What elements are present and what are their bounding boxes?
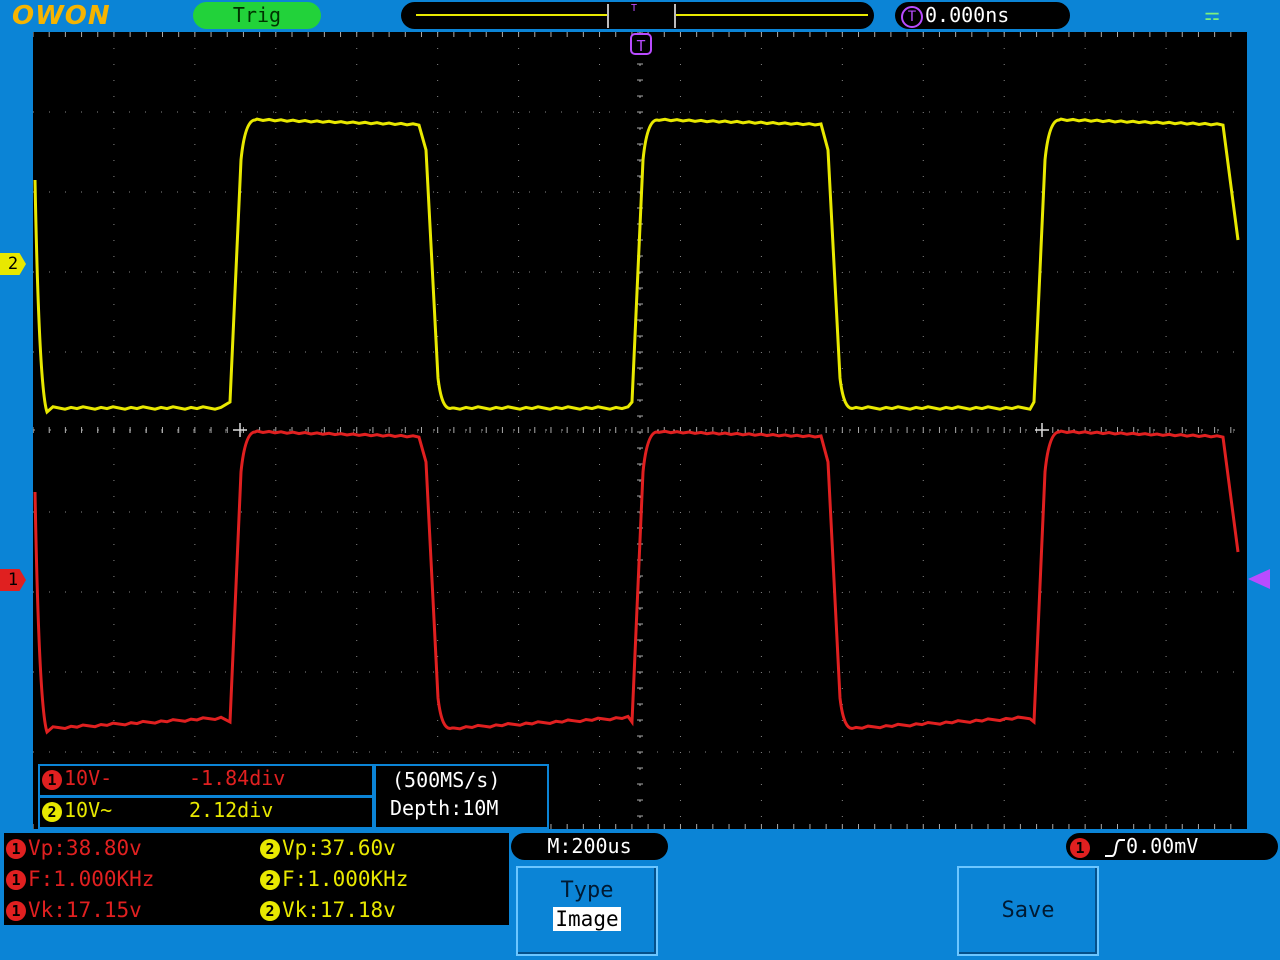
ch1-level-marker[interactable]: 1 — [0, 569, 26, 591]
trigger-badge-icon: T — [901, 5, 923, 28]
ch2-vp-row: 2 Vp:37.60v — [258, 833, 396, 863]
ch2-badge: 2 — [260, 839, 280, 859]
trigger-time-marker[interactable]: T — [630, 33, 652, 55]
ch2-badge: 2 — [42, 801, 62, 822]
trigger-position-readout: T 0.000ns — [895, 2, 1070, 29]
waveform-display — [33, 32, 1247, 829]
ch1-f-row: 1 F:1.000KHz — [4, 864, 154, 894]
timeline-trigger-marker: T — [631, 3, 638, 14]
ch1-badge: 1 — [6, 870, 26, 890]
ch2-freq: F:1.000KHz — [282, 867, 409, 891]
ch1-badge: 1 — [6, 839, 26, 859]
waveform-svg — [33, 32, 1247, 829]
timebase-readout: M:200us — [511, 833, 668, 860]
ch1-info-box: 1 10V- -1.84div — [38, 764, 374, 797]
ch2-level-marker[interactable]: 2 — [0, 253, 26, 275]
trigger-status-badge: Trig — [193, 2, 321, 29]
ch2-waveform — [33, 117, 1240, 415]
usb-icon: ⚎ — [1204, 4, 1221, 25]
ch1-vk-row: 1 Vk:17.15v — [4, 895, 142, 925]
ch1-badge: 1 — [42, 769, 62, 790]
ch1-offset: -1.84div — [189, 766, 286, 790]
ch2-badge: 2 — [260, 901, 280, 921]
ch1-scale: 10V- — [64, 766, 113, 790]
ch1-waveform — [33, 429, 1240, 735]
ch2-f-row: 2 F:1.000KHz — [258, 864, 408, 894]
sample-rate: (500MS/s) — [392, 768, 501, 792]
trigger-level-arrow-icon[interactable] — [1248, 569, 1270, 589]
ch2-vp: Vp:37.60v — [282, 836, 396, 860]
ch2-vk-row: 2 Vk:17.18v — [258, 895, 396, 925]
ch1-freq: F:1.000KHz — [28, 867, 155, 891]
ch1-badge: 1 — [6, 901, 26, 921]
memory-depth: Depth:10M — [390, 796, 499, 820]
ch2-info-box: 2 10V~ 2.12div — [38, 796, 374, 829]
ch1-vp: Vp:38.80v — [28, 836, 142, 860]
trigger-source-badge: 1 — [1070, 837, 1090, 858]
measurement-panel: 1 Vp:38.80v 1 F:1.000KHz 1 Vk:17.15v 2 Vp:37… — [2, 831, 511, 927]
ch2-offset: 2.12div — [189, 798, 274, 822]
ch2-badge: 2 — [260, 870, 280, 890]
owon-logo: OWON — [12, 1, 111, 31]
ch1-vk: Vk:17.15v — [28, 898, 142, 922]
type-value: Image — [553, 907, 621, 931]
trigger-level: 0.00mV — [1126, 834, 1199, 858]
type-menu-button[interactable]: Type Image — [516, 866, 658, 956]
ch2-scale: 10V~ — [64, 798, 113, 822]
save-button[interactable]: Save — [957, 866, 1099, 956]
rising-edge-icon — [1105, 838, 1126, 857]
timeline-view-window — [607, 4, 676, 28]
ch2-vk: Vk:17.18v — [282, 898, 396, 922]
ch1-vp-row: 1 Vp:38.80v — [4, 833, 142, 863]
trigger-info-readout: 1 0.00mV — [1066, 833, 1278, 860]
type-label: Type — [560, 878, 614, 903]
acquisition-info-box: (500MS/s) Depth:10M — [374, 764, 549, 829]
trigger-position-value: 0.000ns — [925, 3, 1010, 27]
